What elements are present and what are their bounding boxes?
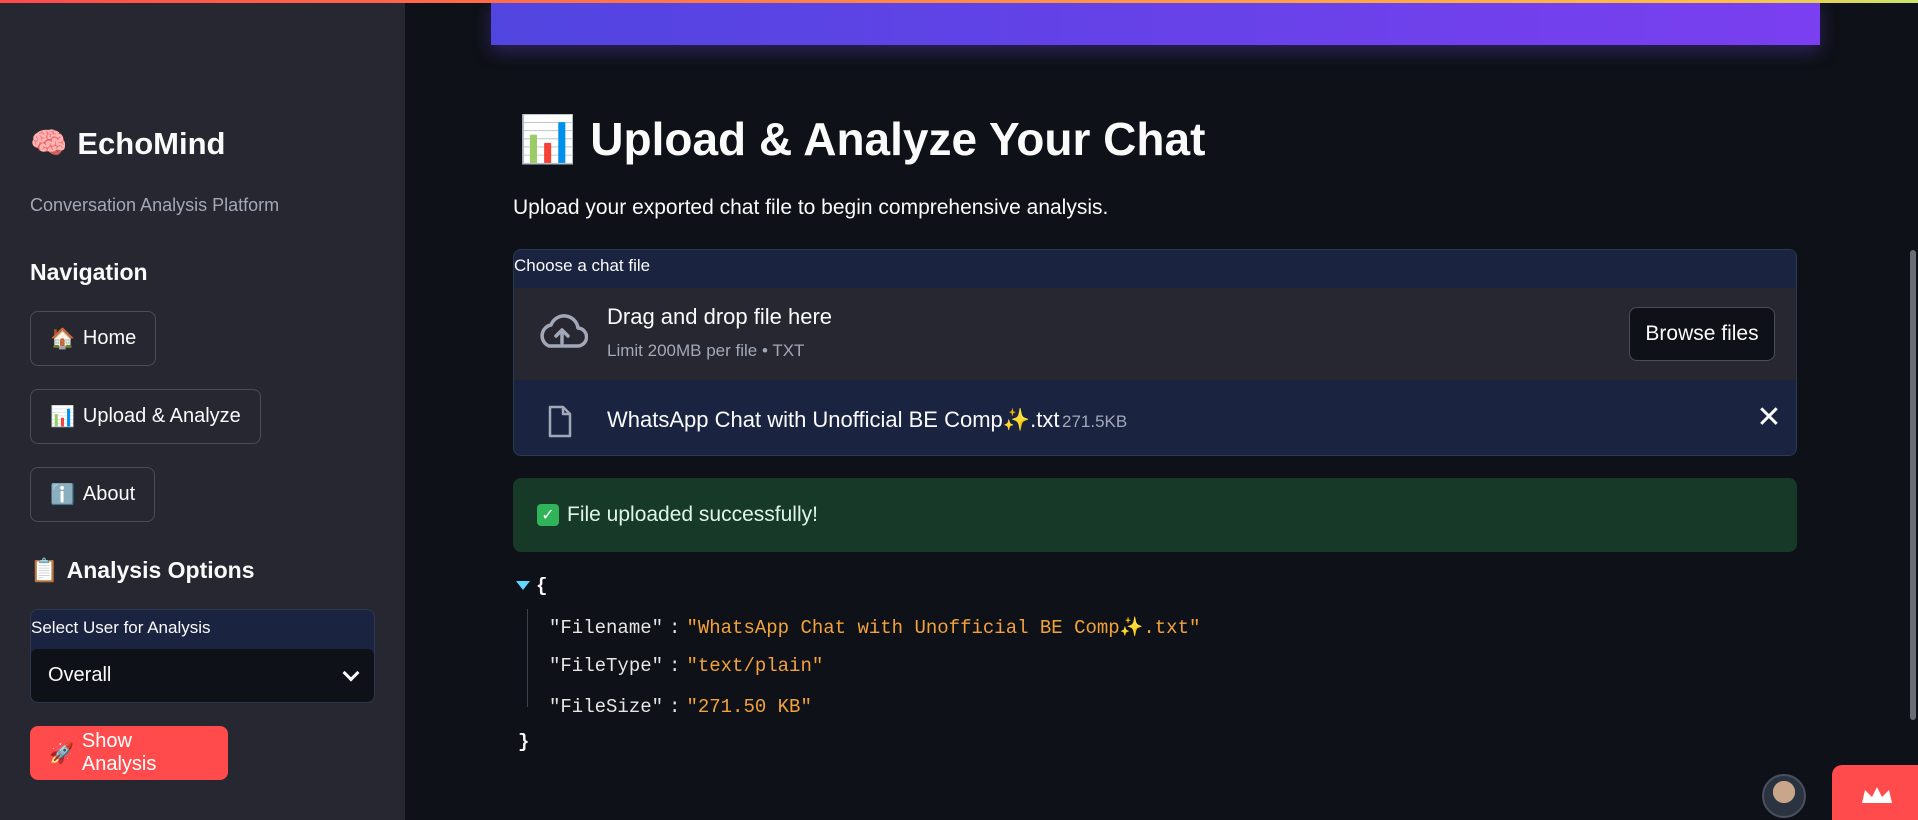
nav-home-button[interactable]: 🏠 Home: [30, 311, 157, 366]
nav-about-label: About: [82, 483, 136, 505]
top-decoration-line: [0, 0, 1918, 3]
page-title-text: Upload & Analyze Your Chat: [590, 113, 1206, 165]
user-select-label: Select User for Analysis: [31, 618, 211, 637]
crown-icon: [1862, 787, 1892, 803]
drop-limit-text: Limit 200MB per file • TXT: [607, 341, 805, 360]
user-avatar[interactable]: [1762, 774, 1806, 818]
check-icon: ✓: [537, 504, 559, 526]
file-uploader: Choose a chat file Drag and drop file he…: [513, 249, 1797, 456]
json-key: "FileSize": [549, 696, 664, 718]
header-banner: [491, 0, 1820, 45]
success-message: File uploaded successfully!: [567, 503, 818, 526]
streamlit-badge[interactable]: [1832, 765, 1918, 820]
json-value: "text/plain": [686, 655, 824, 677]
user-select-widget: Select User for Analysis Overall: [30, 609, 375, 703]
close-icon[interactable]: ✕: [1754, 403, 1784, 433]
navigation-heading: Navigation: [30, 259, 148, 285]
sidebar: 🧠 EchoMind Conversation Analysis Platfor…: [0, 0, 405, 820]
json-indent-guide: [527, 609, 528, 707]
bar-chart-icon: 📊: [50, 406, 75, 428]
json-open-brace: {: [536, 575, 548, 597]
json-entry: "FileSize": "271.50 KB": [549, 696, 812, 718]
json-entry: "FileType": "text/plain": [549, 655, 823, 677]
uploader-label: Choose a chat file: [514, 256, 651, 275]
cloud-upload-icon: [540, 314, 588, 348]
json-separator: :: [669, 655, 681, 677]
file-icon: [548, 405, 572, 438]
user-select-dropdown[interactable]: Overall: [31, 649, 374, 702]
json-separator: :: [669, 696, 681, 718]
scrollbar-thumb[interactable]: [1910, 250, 1916, 720]
dropzone[interactable]: Drag and drop file here Limit 200MB per …: [514, 288, 1796, 380]
json-value: "WhatsApp Chat with Unofficial BE Comp✨.…: [686, 617, 1201, 639]
clipboard-icon: 📋: [30, 557, 59, 583]
collapse-toggle-icon[interactable]: [516, 581, 530, 590]
bar-chart-icon: 📊: [519, 113, 577, 165]
uploaded-file-name: WhatsApp Chat with Unofficial BE Comp✨.t…: [607, 407, 1060, 432]
rocket-icon: 🚀: [49, 742, 74, 765]
intro-text: Upload your exported chat file to begin …: [513, 196, 1109, 219]
json-key: "Filename": [549, 617, 664, 639]
analysis-options-label: Analysis Options: [66, 557, 255, 583]
uploaded-file-row: WhatsApp Chat with Unofficial BE Comp✨.t…: [514, 381, 1796, 455]
show-analysis-button[interactable]: 🚀 Show Analysis: [30, 726, 228, 780]
user-select-value: Overall: [48, 664, 112, 686]
analysis-options-heading: 📋 Analysis Options: [30, 557, 255, 584]
page-title: 📊 Upload & Analyze Your Chat: [519, 112, 1205, 166]
chevron-down-icon: [342, 664, 360, 681]
show-analysis-label: Show Analysis: [81, 730, 157, 775]
brand-subtitle: Conversation Analysis Platform: [30, 195, 280, 215]
brand-title: EchoMind: [77, 126, 226, 161]
uploaded-file-size: 271.5KB: [1062, 412, 1128, 431]
json-separator: :: [669, 617, 681, 639]
brand: 🧠 EchoMind: [30, 126, 225, 162]
json-close-brace: }: [518, 731, 530, 753]
json-value: "271.50 KB": [686, 696, 812, 718]
json-key: "FileType": [549, 655, 664, 677]
brain-icon: 🧠: [30, 127, 68, 160]
info-icon: ℹ️: [50, 484, 75, 506]
browse-files-button[interactable]: Browse files: [1629, 307, 1775, 361]
nav-upload-analyze-button[interactable]: 📊 Upload & Analyze: [30, 389, 261, 444]
nav-home-label: Home: [82, 327, 137, 349]
nav-about-button[interactable]: ℹ️ About: [30, 467, 156, 522]
success-alert: ✓ File uploaded successfully!: [513, 478, 1797, 552]
nav-upload-analyze-label: Upload & Analyze: [82, 405, 241, 427]
json-entry: "Filename": "WhatsApp Chat with Unofficia…: [549, 615, 1200, 639]
drop-title: Drag and drop file here: [607, 304, 833, 329]
house-icon: 🏠: [50, 328, 75, 350]
